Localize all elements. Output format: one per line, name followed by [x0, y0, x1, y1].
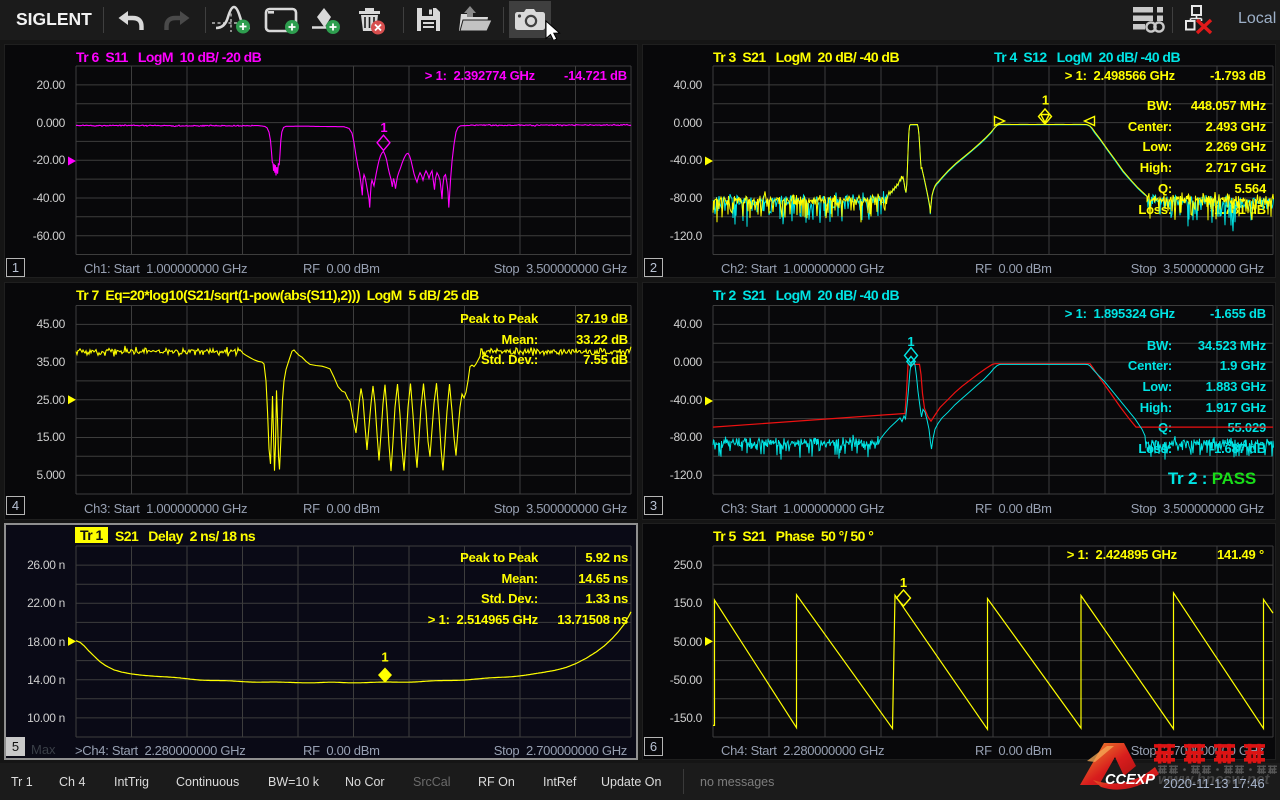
- svg-text:1: 1: [1042, 93, 1049, 108]
- svg-text:CCEXP: CCEXP: [1105, 772, 1155, 788]
- svg-text:1: 1: [907, 334, 914, 349]
- svg-text:1: 1: [381, 650, 388, 665]
- svg-text:1: 1: [900, 575, 907, 590]
- svg-text:1: 1: [380, 120, 387, 135]
